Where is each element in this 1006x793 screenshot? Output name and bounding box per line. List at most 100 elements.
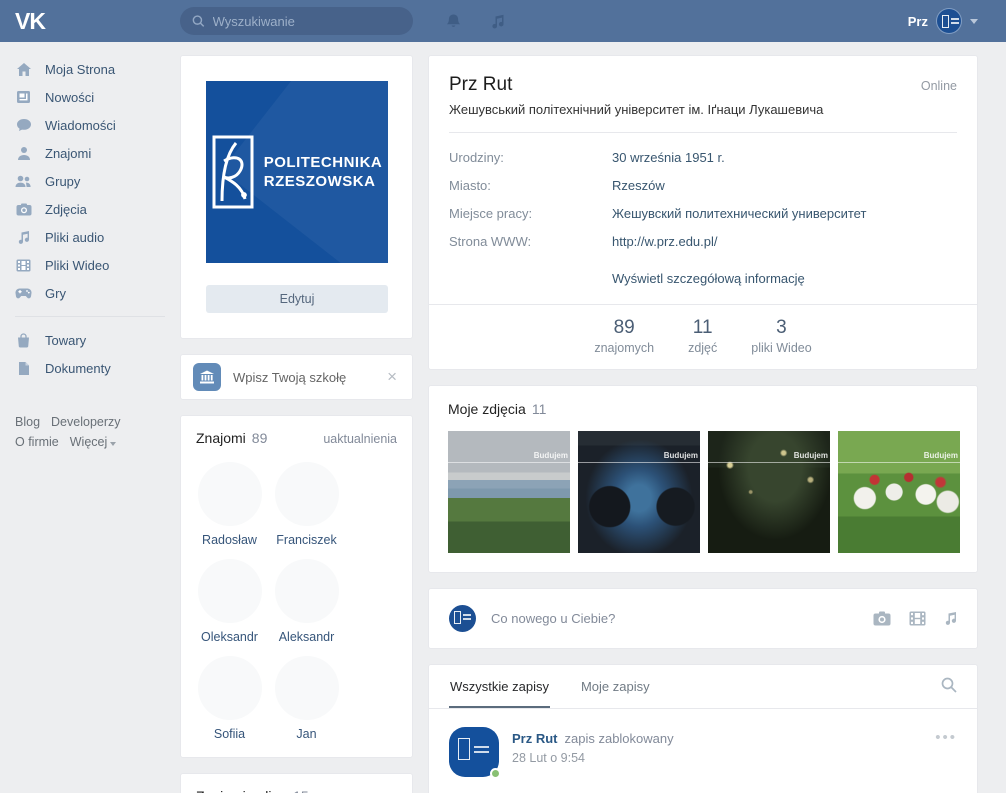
- left-sidebar: Moja Strona Nowości Wiadomości Znajomi G…: [15, 55, 165, 452]
- detail-row-website: Strona WWW: http://w.prz.edu.pl/: [449, 234, 957, 249]
- news-icon: [15, 90, 32, 104]
- chevron-down-icon: [110, 442, 116, 446]
- post-author-avatar[interactable]: [449, 727, 499, 777]
- sidebar-item-messages[interactable]: Wiadomości: [15, 111, 165, 139]
- friends-updates-link[interactable]: uaktualnienia: [323, 432, 397, 446]
- sidebar-item-groups[interactable]: Grupy: [15, 167, 165, 195]
- header-avatar: [936, 8, 962, 34]
- sidebar-divider: [15, 316, 165, 317]
- sidebar-item-video[interactable]: Pliki Wideo: [15, 251, 165, 279]
- profile-avatar-card: POLITECHNIKA RZESZOWSKA Edytuj: [180, 55, 413, 339]
- friends-icon: [15, 146, 32, 161]
- school-prompt-card: Wpisz Twoją szkołę ×: [180, 354, 413, 400]
- friend-item[interactable]: Franciszek: [273, 462, 340, 547]
- profile-left-column: POLITECHNIKA RZESZOWSKA Edytuj Wpisz Two…: [180, 55, 413, 793]
- photo-thumbnail-night-crowd[interactable]: Budujem: [708, 431, 830, 553]
- sidebar-item-photos[interactable]: Zdjęcia: [15, 195, 165, 223]
- photo-thumbnail-flight-simulator[interactable]: Budujem: [578, 431, 700, 553]
- search-input[interactable]: [213, 14, 401, 29]
- sidebar-item-news[interactable]: Nowości: [15, 83, 165, 111]
- friend-item[interactable]: Jan: [273, 656, 340, 741]
- friend-avatar: [198, 462, 262, 526]
- composer-input[interactable]: Co nowego u Ciebie?: [491, 611, 873, 626]
- global-search[interactable]: [180, 7, 413, 35]
- sidebar-item-market[interactable]: Towary: [15, 326, 165, 354]
- footer-link-more[interactable]: Więcej: [70, 432, 117, 452]
- sidebar-item-audio[interactable]: Pliki audio: [15, 223, 165, 251]
- sidebar-item-friends[interactable]: Znajomi: [15, 139, 165, 167]
- online-dot: [490, 768, 501, 779]
- profile-counters: 89 znajomych 11 zdjęć 3 pliki Wideo: [429, 304, 977, 369]
- friends-online-count: 15: [293, 788, 309, 793]
- friend-avatar: [198, 656, 262, 720]
- sidebar-item-games[interactable]: Gry: [15, 279, 165, 307]
- detail-row-city: Miasto: Rzeszów: [449, 178, 957, 193]
- attach-audio-icon[interactable]: [944, 611, 957, 626]
- friend-avatar: [275, 462, 339, 526]
- attach-video-icon[interactable]: [909, 611, 926, 626]
- sidebar-footer: Blog Developerzy O firmie Więcej: [15, 412, 165, 452]
- attach-photo-icon[interactable]: [873, 611, 891, 626]
- counter-videos[interactable]: 3 pliki Wideo: [751, 317, 811, 355]
- friends-online-title[interactable]: Znajomi online: [196, 788, 287, 793]
- games-icon: [15, 288, 32, 299]
- photos-icon: [15, 203, 32, 216]
- birthday-value[interactable]: 30 września 1951 r.: [612, 150, 725, 165]
- sidebar-item-documents[interactable]: Dokumenty: [15, 354, 165, 382]
- friends-title[interactable]: Znajomi: [196, 430, 246, 446]
- close-icon[interactable]: ×: [384, 367, 400, 387]
- chevron-down-icon: [970, 19, 978, 24]
- footer-link-developers[interactable]: Developerzy: [51, 412, 120, 432]
- tab-my-posts[interactable]: Moje zapisy: [580, 665, 651, 708]
- audio-icon: [15, 230, 32, 245]
- wall-post: Prz Rut zapis zablokowany 28 Lut o 9:54 …: [429, 709, 977, 793]
- photo-thumbnail-folk-dancers[interactable]: Budujem: [838, 431, 960, 553]
- show-detailed-info-link[interactable]: Wyświetl szczegółową informację: [612, 271, 805, 286]
- my-photos-title[interactable]: Moje zdjęcia: [448, 401, 526, 417]
- friend-item[interactable]: Oleksandr: [196, 559, 263, 644]
- wall-search-icon[interactable]: [941, 677, 957, 696]
- school-input-placeholder[interactable]: Wpisz Twoją szkołę: [233, 370, 384, 385]
- search-icon: [192, 14, 205, 28]
- profile-avatar[interactable]: POLITECHNIKA RZESZOWSKA: [206, 81, 388, 263]
- market-icon: [15, 333, 32, 348]
- friend-avatar: [198, 559, 262, 623]
- post-blocked-flag: zapis zablokowany: [565, 731, 674, 746]
- school-building-icon: [193, 363, 221, 391]
- counter-friends[interactable]: 89 znajomych: [594, 317, 654, 355]
- post-timestamp[interactable]: 28 Lut o 9:54: [512, 751, 674, 765]
- profile-main-column: Prz Rut Online Жешувський політехнічний …: [428, 55, 978, 793]
- vk-logo[interactable]: VK: [15, 8, 180, 35]
- footer-link-about[interactable]: O firmie: [15, 432, 59, 452]
- online-status: Online: [921, 79, 957, 93]
- wall-card: Wszystkie zapisy Moje zapisy Prz Rut zap…: [428, 664, 978, 793]
- header-user-name: Prz: [908, 14, 928, 29]
- music-icon[interactable]: [490, 13, 506, 30]
- city-value[interactable]: Rzeszów: [612, 178, 665, 193]
- post-author-name[interactable]: Prz Rut: [512, 731, 558, 746]
- notifications-bell-icon[interactable]: [445, 13, 462, 30]
- workplace-value[interactable]: Жешувский политехнический университет: [612, 206, 866, 221]
- profile-info-card: Prz Rut Online Жешувський політехнічний …: [428, 55, 978, 370]
- website-link[interactable]: http://w.prz.edu.pl/: [612, 234, 718, 249]
- friend-item[interactable]: Aleksandr: [273, 559, 340, 644]
- post-options-icon[interactable]: •••: [935, 727, 957, 777]
- profile-subtitle: Жешувський політехнічний університет ім.…: [449, 102, 957, 117]
- tab-all-posts[interactable]: Wszystkie zapisy: [449, 665, 550, 708]
- edit-profile-button[interactable]: Edytuj: [206, 285, 388, 313]
- header-user-menu[interactable]: Prz: [908, 8, 978, 34]
- my-photos-card: Moje zdjęcia 11 Budujem Budujem Budujem …: [428, 385, 978, 573]
- friend-avatar: [275, 559, 339, 623]
- friend-item[interactable]: Radosław: [196, 462, 263, 547]
- sidebar-item-my-page[interactable]: Moja Strona: [15, 55, 165, 83]
- footer-link-blog[interactable]: Blog: [15, 412, 40, 432]
- friends-card: Znajomi 89 uaktualnienia Radosław Franci…: [180, 415, 413, 758]
- detail-row-birthday: Urodziny: 30 września 1951 r.: [449, 150, 957, 165]
- video-icon: [15, 259, 32, 272]
- home-icon: [15, 62, 32, 77]
- messages-icon: [15, 118, 32, 132]
- photo-thumbnail-university-building[interactable]: Budujem: [448, 431, 570, 553]
- wall-tabs: Wszystkie zapisy Moje zapisy: [429, 665, 977, 709]
- counter-photos[interactable]: 11 zdjęć: [688, 317, 717, 355]
- friend-item[interactable]: Sofiia: [196, 656, 263, 741]
